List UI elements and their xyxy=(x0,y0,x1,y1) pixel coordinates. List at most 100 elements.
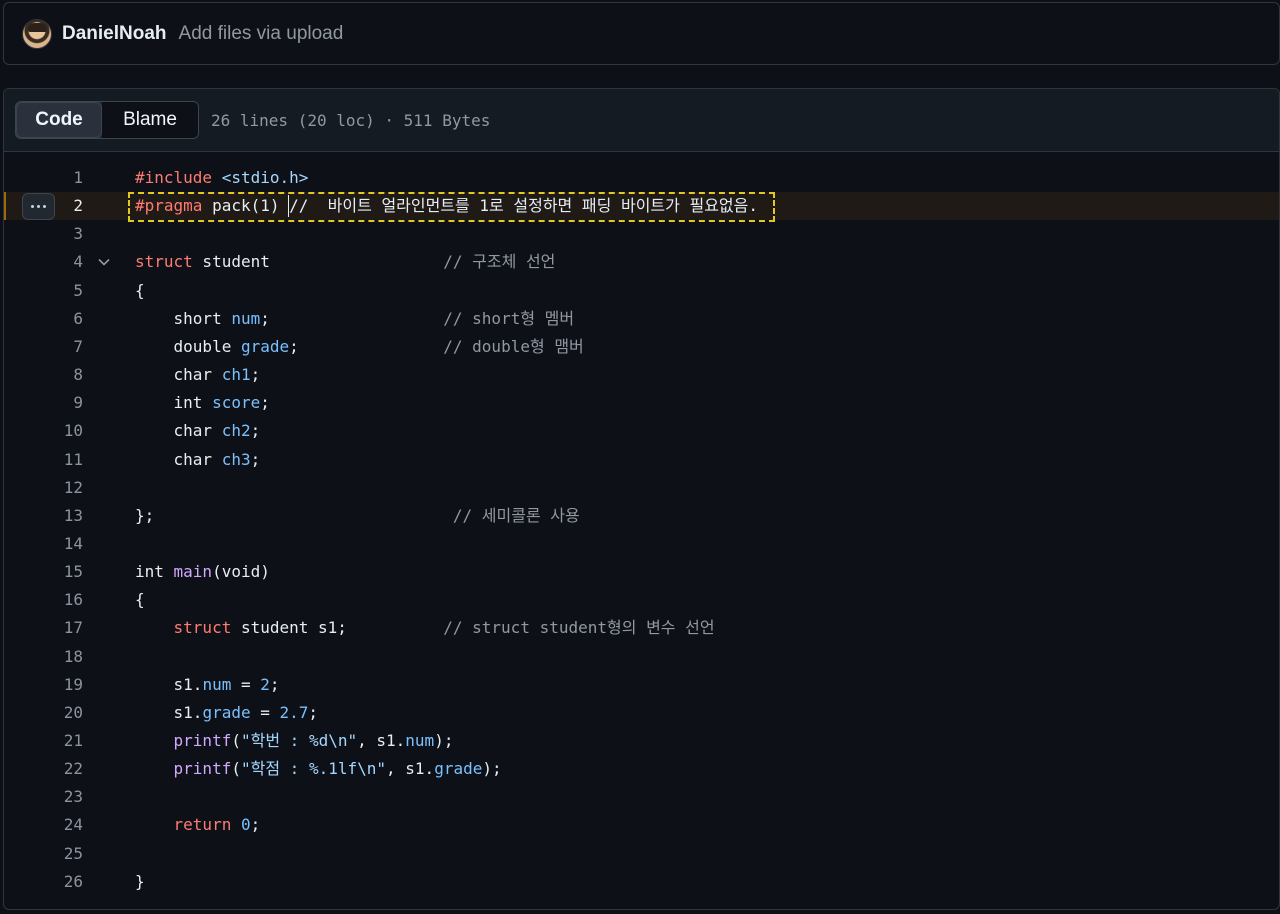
author-avatar[interactable] xyxy=(22,18,52,49)
code-line[interactable]: 19 s1.num = 2; xyxy=(4,671,1279,699)
line-number[interactable]: 18 xyxy=(4,643,83,671)
line-code[interactable]: #include <stdio.h> xyxy=(135,164,308,192)
code-token: 0 xyxy=(240,815,251,835)
code-line[interactable]: 2 #pragma pack(1) // 바이트 얼라인먼트를 1로 설정하면 패… xyxy=(4,192,1279,223)
code-tab[interactable]: Code xyxy=(16,102,102,138)
line-code[interactable]: #pragma pack(1) // 바이트 얼라인먼트를 1로 설정하면 패딩… xyxy=(135,192,758,220)
line-number[interactable]: 13 xyxy=(4,502,83,530)
line-code[interactable]: return 0; xyxy=(135,811,261,839)
code-token: char xyxy=(135,449,222,469)
code-token: { xyxy=(135,590,145,610)
line-number[interactable]: 9 xyxy=(4,389,83,417)
code-line[interactable]: 4 struct student // 구조체 선언 xyxy=(4,248,1279,276)
code-line[interactable]: 12 xyxy=(4,474,1279,502)
code-line[interactable]: 22 printf("학점 : %.1lf\n", s1.grade); xyxy=(4,755,1279,783)
line-number[interactable]: 16 xyxy=(4,586,83,614)
code-line[interactable]: 11 char ch3; xyxy=(4,446,1279,474)
line-number[interactable]: 19 xyxy=(4,671,83,699)
line-code[interactable]: int score; xyxy=(135,389,270,417)
line-code[interactable]: char ch3; xyxy=(135,446,261,474)
line-code[interactable]: s1.grade = 2.7; xyxy=(135,699,319,727)
line-number[interactable]: 10 xyxy=(4,417,83,445)
code-token: int xyxy=(135,393,213,413)
line-code[interactable]: { xyxy=(135,586,145,614)
code-line[interactable]: 9 int score; xyxy=(4,389,1279,417)
line-number[interactable]: 11 xyxy=(4,446,83,474)
code-line[interactable]: 20 s1.grade = 2.7; xyxy=(4,699,1279,727)
code-line[interactable]: 10 char ch2; xyxy=(4,417,1279,445)
line-number[interactable]: 4 xyxy=(4,248,83,276)
code-line[interactable]: 3 xyxy=(4,220,1279,248)
code-line[interactable]: 13 }; // 세미콜론 사용 xyxy=(4,502,1279,530)
line-code[interactable]: printf("학점 : %.1lf\n", s1.grade); xyxy=(135,755,502,783)
line-number[interactable]: 21 xyxy=(4,727,83,755)
code-token: grade xyxy=(434,759,483,779)
commit-message[interactable]: Add files via upload xyxy=(179,23,344,45)
line-number[interactable]: 7 xyxy=(4,333,83,361)
code-token: ; xyxy=(269,674,280,694)
line-code[interactable]: }; // 세미콜론 사용 xyxy=(135,502,580,530)
code-token: #include xyxy=(135,168,213,187)
code-line[interactable]: 17 struct student s1; // struct student형… xyxy=(4,614,1279,642)
code-line[interactable]: 26} xyxy=(4,868,1279,896)
code-token: <stdio.h> xyxy=(221,168,309,187)
code-token: int xyxy=(135,562,174,582)
code-token: "학점 : %.1lf\n" xyxy=(240,759,387,779)
blame-tab[interactable]: Blame xyxy=(102,102,198,138)
code-line[interactable]: 24 return 0; xyxy=(4,811,1279,839)
line-number[interactable]: 14 xyxy=(4,530,83,558)
line-number[interactable]: 5 xyxy=(4,277,83,305)
line-code[interactable]: s1.num = 2; xyxy=(135,671,280,699)
line-code[interactable]: { xyxy=(135,277,145,305)
code-token: , s1. xyxy=(386,759,435,779)
line-number[interactable]: 24 xyxy=(4,811,83,839)
code-line[interactable]: 5{ xyxy=(4,277,1279,305)
line-code[interactable]: char ch2; xyxy=(135,417,261,445)
line-number[interactable]: 12 xyxy=(4,474,83,502)
line-number[interactable]: 23 xyxy=(4,783,83,811)
code-line[interactable]: 15 int main(void) xyxy=(4,558,1279,586)
line-number[interactable]: 3 xyxy=(4,220,83,248)
code-line[interactable]: 23 xyxy=(4,783,1279,811)
line-number[interactable]: 17 xyxy=(4,614,83,642)
code-token: struct xyxy=(173,618,232,638)
line-number[interactable]: 8 xyxy=(4,361,83,389)
code-line[interactable]: 1 #include <stdio.h> xyxy=(4,164,1279,192)
code-token: ( xyxy=(231,759,241,779)
line-code[interactable]: struct student s1; // struct student형의 변… xyxy=(135,614,715,642)
line-code[interactable]: double grade; // double형 맴버 xyxy=(135,333,584,361)
code-line[interactable]: 6 short num; // short형 멤버 xyxy=(4,305,1279,333)
line-options-button[interactable] xyxy=(22,193,55,221)
code-token: printf xyxy=(173,759,232,779)
code-token: ; xyxy=(260,308,444,328)
code-token: s1. xyxy=(135,674,203,694)
line-code[interactable]: struct student // 구조체 선언 xyxy=(135,248,555,276)
code-line[interactable]: 18 xyxy=(4,643,1279,671)
line-code[interactable]: } xyxy=(135,868,145,896)
commit-author[interactable]: DanielNoah xyxy=(62,23,167,45)
chevron-down-icon[interactable] xyxy=(96,248,112,276)
code-line[interactable]: 21 printf("학번 : %d\n", s1.num); xyxy=(4,727,1279,755)
line-number[interactable]: 25 xyxy=(4,840,83,868)
code-line[interactable]: 8 char ch1; xyxy=(4,361,1279,389)
line-number[interactable]: 26 xyxy=(4,868,83,896)
code-line[interactable]: 14 xyxy=(4,530,1279,558)
line-number[interactable]: 15 xyxy=(4,558,83,586)
code-token: grade xyxy=(240,336,290,356)
code-token: #pragma xyxy=(135,196,203,216)
code-line[interactable]: 7 double grade; // double형 맴버 xyxy=(4,333,1279,361)
line-number[interactable]: 1 xyxy=(4,164,83,192)
line-code[interactable]: short num; // short형 멤버 xyxy=(135,305,575,333)
line-number[interactable]: 22 xyxy=(4,755,83,783)
code-line[interactable]: 16 { xyxy=(4,586,1279,614)
line-number[interactable]: 20 xyxy=(4,699,83,727)
line-code[interactable]: printf("학번 : %d\n", s1.num); xyxy=(135,727,454,755)
code-line[interactable]: 25 xyxy=(4,840,1279,868)
code-token: student s1; xyxy=(231,618,444,638)
line-number[interactable]: 6 xyxy=(4,305,83,333)
line-code[interactable]: char ch1; xyxy=(135,361,261,389)
code-token: ; xyxy=(260,393,270,413)
line-code[interactable]: int main(void) xyxy=(135,558,270,586)
